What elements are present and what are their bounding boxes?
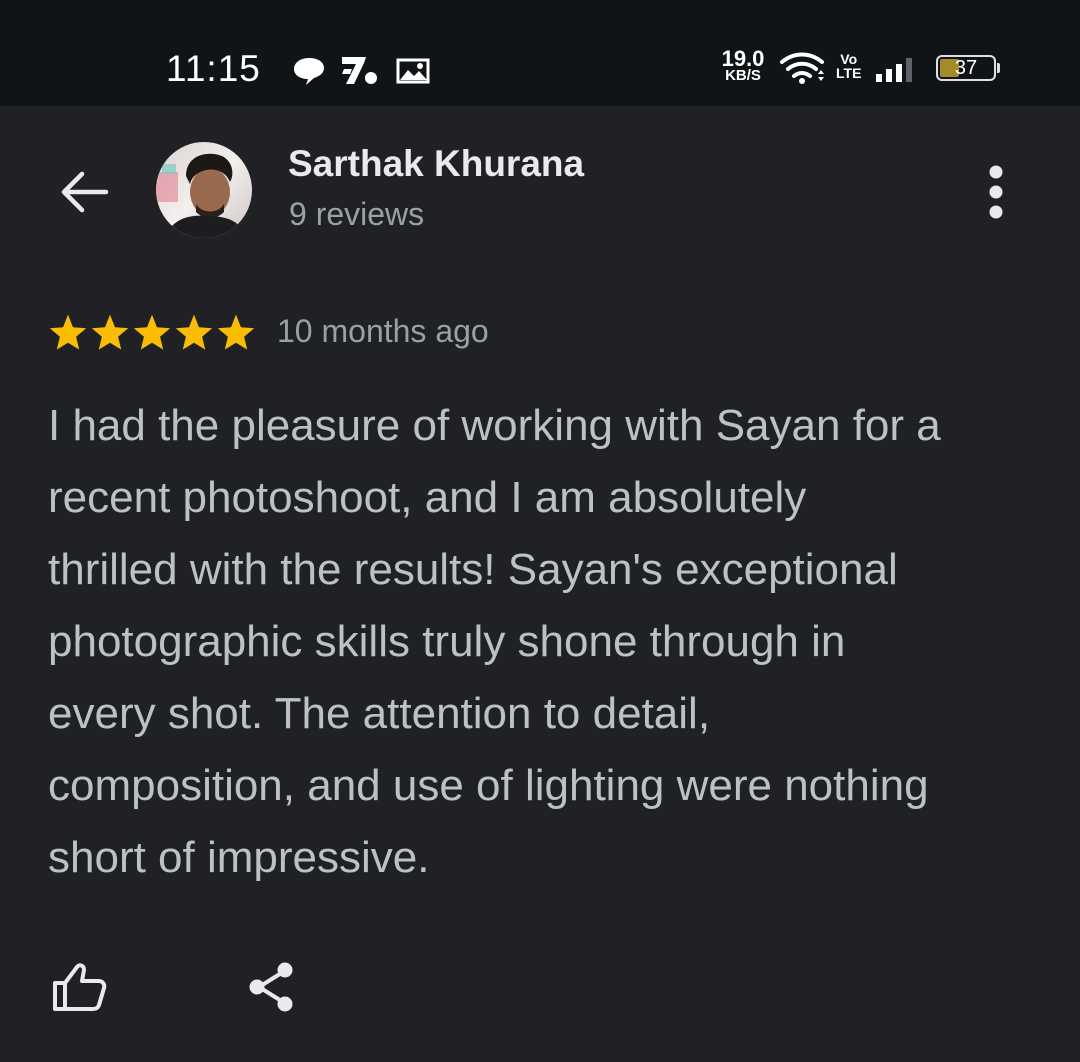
status-time: 11:15 — [166, 48, 261, 89]
review-line: photographic skills truly shone through … — [48, 617, 846, 666]
wifi-icon — [780, 52, 824, 84]
star-icon — [133, 314, 171, 350]
avatar[interactable] — [156, 142, 252, 238]
reviewer-photo — [156, 142, 252, 238]
volte-indicator: Vo LTE — [836, 52, 861, 80]
thumbs-up-icon — [53, 963, 107, 1011]
review-line: composition, and use of lighting were no… — [48, 761, 929, 810]
star-icon — [175, 314, 213, 350]
gallery-icon — [396, 58, 430, 84]
network-speed-unit: KB/S — [725, 67, 761, 84]
review-date: 10 months ago — [277, 313, 489, 349]
volte-bottom: LTE — [836, 65, 862, 81]
app-notification-icon — [342, 57, 377, 84]
star-icon — [217, 314, 255, 350]
more-vert-icon — [989, 165, 1003, 219]
star-rating — [48, 313, 256, 351]
more-options-button[interactable] — [966, 160, 1026, 224]
share-icon — [249, 962, 293, 1012]
like-button[interactable] — [44, 952, 114, 1022]
review-line: I had the pleasure of working with Sayan… — [48, 401, 941, 450]
review-text: I had the pleasure of working with Sayan… — [48, 390, 1038, 894]
reviewer-review-count: 9 reviews — [289, 196, 425, 232]
star-icon — [49, 314, 87, 350]
arrow-left-icon — [61, 171, 109, 213]
reviewer-name[interactable]: Sarthak Khurana — [288, 143, 584, 185]
chat-bubble-icon — [294, 58, 324, 85]
review-line: every shot. The attention to detail, — [48, 689, 711, 738]
volte-top: Vo — [840, 51, 858, 67]
review-line: thrilled with the results! Sayan's excep… — [48, 545, 898, 594]
status-bar: 11:15 19.0 KB/S Vo LTE 37 — [0, 0, 1080, 106]
battery-icon: 37 — [936, 55, 996, 81]
network-speed: 19.0 KB/S — [718, 46, 768, 85]
back-button[interactable] — [44, 152, 124, 232]
review-line: short of impressive. — [48, 833, 430, 882]
signal-icon — [876, 58, 912, 82]
star-icon — [91, 314, 129, 350]
network-speed-value: 19.0 — [721, 46, 765, 71]
battery-level: 37 — [954, 57, 978, 79]
battery-nub — [997, 63, 1000, 73]
review-line: recent photoshoot, and I am absolutely — [48, 473, 807, 522]
share-button[interactable] — [236, 952, 306, 1022]
